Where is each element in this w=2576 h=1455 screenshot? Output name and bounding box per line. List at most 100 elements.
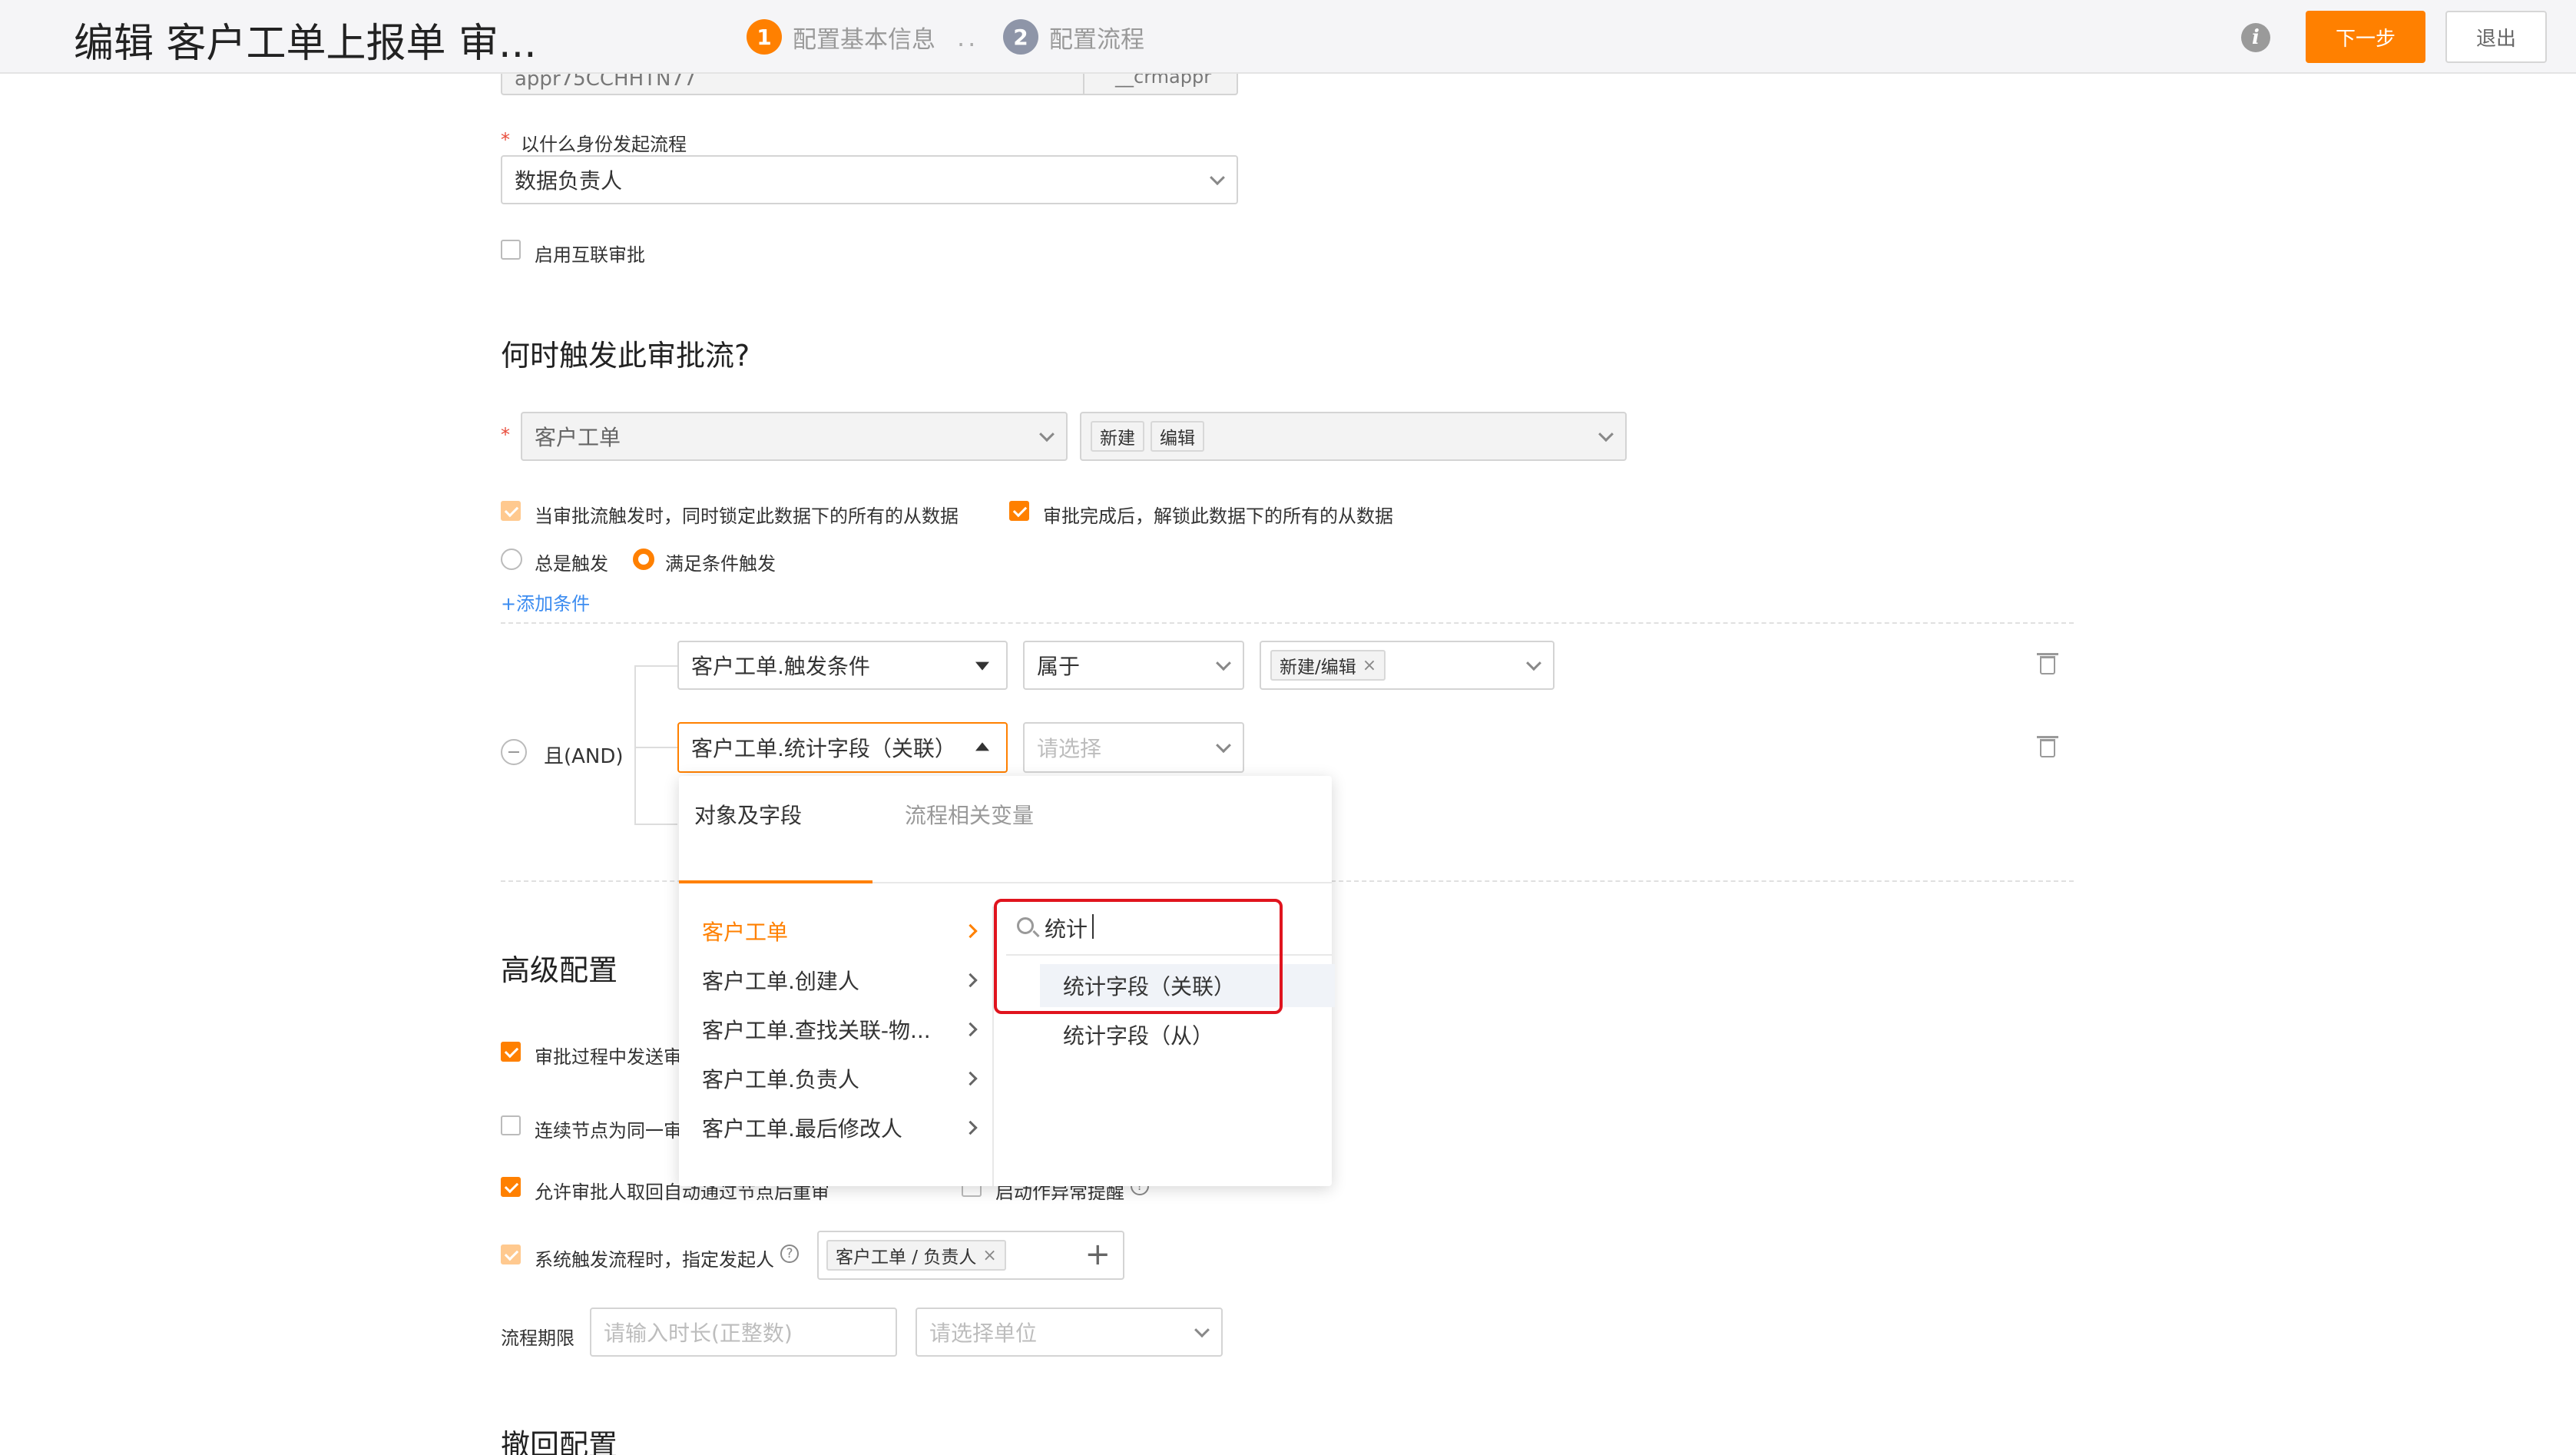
advanced-option-2-label: 连续节点为同一审: [535, 1120, 682, 1142]
advanced-option-4-label: 系统触发流程时，指定发起人: [535, 1249, 774, 1271]
chevron-down-icon: [1216, 655, 1231, 671]
caret-up-icon: [975, 742, 989, 751]
unlock-label: 审批完成后，解锁此数据下的所有的从数据: [1043, 505, 1393, 527]
chevron-right-icon: [963, 1022, 978, 1037]
action-tag-create: 新建: [1091, 421, 1144, 452]
delete-condition-2-icon[interactable]: [2037, 736, 2058, 757]
tab-objects-fields[interactable]: 对象及字段: [694, 799, 802, 830]
advanced-option-2-checkbox[interactable]: [501, 1115, 521, 1135]
tree-connector: [634, 824, 677, 825]
initiator-tag-text: 客户工单 / 负责人: [836, 1248, 977, 1268]
tree-connector: [634, 665, 636, 824]
initiator-label: 以什么身份发起流程: [521, 134, 687, 155]
trigger-object-select[interactable]: 客户工单: [521, 412, 1068, 461]
period-unit-select[interactable]: 请选择单位: [916, 1308, 1223, 1357]
required-mark: *: [501, 129, 510, 151]
interconnect-label: 启用互联审批: [535, 244, 645, 266]
object-item-label: 客户工单: [702, 920, 789, 945]
initiator-picker[interactable]: 客户工单 / 负责人 × +: [817, 1231, 1124, 1280]
caret-down-icon: [975, 661, 989, 671]
unlock-checkbox[interactable]: [1009, 501, 1029, 521]
exit-button[interactable]: 退出: [2445, 11, 2547, 63]
chevron-down-icon: [1216, 737, 1231, 754]
object-item-label: 客户工单.创建人: [702, 969, 859, 994]
object-item[interactable]: 客户工单.负责人: [702, 1063, 978, 1094]
trigger-heading: 何时触发此审批流?: [501, 339, 750, 373]
advanced-option-4-checkbox[interactable]: [501, 1245, 521, 1264]
step-1[interactable]: 1 配置基本信息: [747, 18, 935, 55]
chevron-down-icon: [1194, 1322, 1210, 1338]
radio-condition-label: 满足条件触发: [665, 553, 776, 575]
advanced-option-1-label: 审批过程中发送审: [535, 1046, 682, 1068]
info-icon[interactable]: i: [2241, 23, 2270, 52]
condition-1-field-select[interactable]: 客户工单.触发条件: [677, 641, 1008, 690]
api-name-suffix: __crmappr: [1083, 74, 1237, 94]
object-item[interactable]: 客户工单.创建人: [702, 965, 978, 996]
step-2[interactable]: 2 配置流程: [1003, 18, 1144, 55]
active-tab-indicator: [679, 880, 872, 883]
step-separator: ..: [957, 23, 979, 52]
remove-group-icon[interactable]: [501, 739, 527, 765]
period-input[interactable]: 请输入时长(正整数): [590, 1308, 897, 1357]
chevron-right-icon: [963, 923, 978, 939]
initiator-select[interactable]: 数据负责人: [501, 155, 1238, 204]
remove-tag-icon[interactable]: ×: [1362, 656, 1376, 675]
chevron-down-icon: [1526, 655, 1541, 671]
condition-2-field: 客户工单.统计字段（关联）: [691, 736, 956, 761]
chevron-down-icon: [1598, 426, 1614, 442]
revoke-heading: 撤回配置: [501, 1428, 618, 1455]
radio-always-label: 总是触发: [535, 553, 608, 575]
period-unit-placeholder: 请选择单位: [929, 1321, 1038, 1346]
step-1-number: 1: [747, 19, 782, 55]
tab-flow-variables[interactable]: 流程相关变量: [905, 799, 1034, 830]
condition-1-value-select[interactable]: 新建/编辑 ×: [1260, 641, 1555, 690]
action-tag-edit: 编辑: [1151, 421, 1204, 452]
tree-connector: [634, 665, 677, 667]
object-item[interactable]: 客户工单: [702, 916, 978, 946]
field-item[interactable]: 统计字段（从）: [1040, 1013, 1335, 1056]
object-item-label: 客户工单.查找关联-物...: [702, 1018, 931, 1043]
trigger-object-value: 客户工单: [535, 425, 621, 450]
condition-1-field: 客户工单.触发条件: [691, 654, 870, 679]
condition-2-field-select[interactable]: 客户工单.统计字段（关联）: [677, 722, 1008, 773]
condition-2-operator-placeholder: 请选择: [1037, 736, 1102, 761]
field-item-label: 统计字段（从）: [1063, 1023, 1214, 1049]
lock-checkbox[interactable]: [501, 501, 521, 521]
help-icon[interactable]: ?: [780, 1245, 799, 1263]
add-icon[interactable]: +: [1084, 1237, 1111, 1272]
chevron-right-icon: [963, 1120, 978, 1135]
highlight-box: [994, 899, 1283, 1014]
interconnect-checkbox[interactable]: [501, 240, 521, 260]
remove-tag-icon[interactable]: ×: [982, 1246, 996, 1265]
page-title: 编辑 客户工单上报单 审...: [74, 21, 537, 67]
next-step-button[interactable]: 下一步: [2306, 11, 2425, 63]
step-2-label: 配置流程: [1049, 25, 1144, 54]
initiator-value: 数据负责人: [515, 168, 623, 194]
initiator-tag: 客户工单 / 负责人 ×: [826, 1240, 1006, 1271]
trigger-action-select[interactable]: 新建 编辑: [1080, 412, 1627, 461]
delete-condition-1-icon[interactable]: [2037, 653, 2058, 674]
period-placeholder: 请输入时长(正整数): [604, 1321, 793, 1346]
logic-and-label: 且(AND): [544, 745, 624, 768]
required-mark: *: [501, 424, 510, 446]
chevron-right-icon: [963, 1071, 978, 1086]
divider: [501, 622, 2074, 624]
object-item-label: 客户工单.最后修改人: [702, 1116, 902, 1142]
condition-1-operator: 属于: [1037, 654, 1081, 679]
condition-2-operator-select[interactable]: 请选择: [1023, 722, 1244, 773]
period-label: 流程期限: [501, 1327, 574, 1349]
advanced-heading: 高级配置: [501, 953, 618, 987]
object-item[interactable]: 客户工单.最后修改人: [702, 1112, 978, 1143]
condition-1-value-text: 新建/编辑: [1280, 658, 1356, 678]
advanced-option-1-checkbox[interactable]: [501, 1042, 521, 1062]
add-condition-link[interactable]: +添加条件: [501, 588, 590, 615]
step-2-number: 2: [1003, 19, 1038, 55]
radio-condition[interactable]: [633, 549, 654, 570]
condition-1-value-tag: 新建/编辑 ×: [1270, 650, 1386, 681]
condition-1-operator-select[interactable]: 属于: [1023, 641, 1244, 690]
advanced-option-3-checkbox[interactable]: [501, 1177, 521, 1197]
api-name-value: appr75CCHHTN77: [515, 74, 697, 91]
radio-always[interactable]: [501, 549, 522, 570]
object-item[interactable]: 客户工单.查找关联-物...: [702, 1014, 978, 1045]
object-item-label: 客户工单.负责人: [702, 1067, 859, 1092]
